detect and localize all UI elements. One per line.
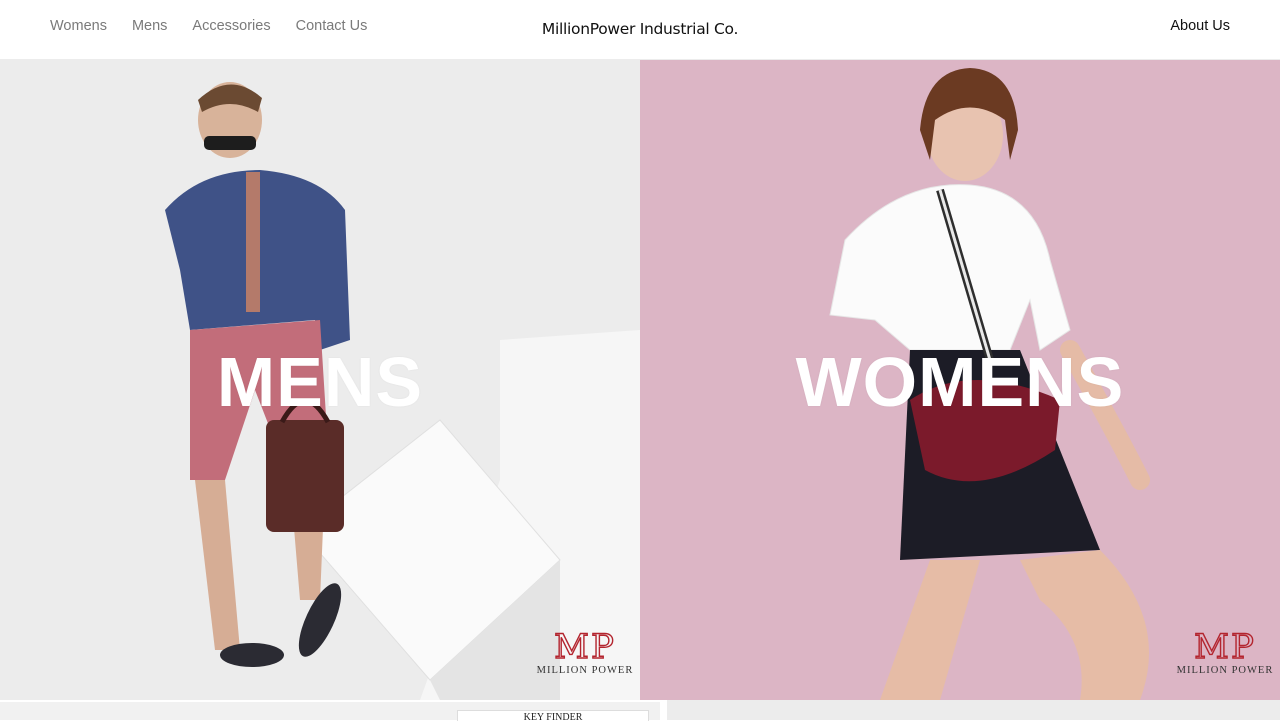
key-finder-label: KEY FINDER xyxy=(457,710,649,721)
mens-category-banner[interactable]: MENS MP MILLION POWER xyxy=(0,60,640,700)
logo-wordmark: MILLION POWER xyxy=(536,665,634,676)
womens-heading: WOMENS xyxy=(795,343,1125,421)
logo-wordmark: MILLION POWER xyxy=(1176,665,1274,676)
secondary-banner[interactable] xyxy=(667,700,1280,720)
million-power-logo: MP MILLION POWER xyxy=(1175,627,1275,676)
mens-heading: MENS xyxy=(216,343,424,421)
site-brand[interactable]: MillionPower Industrial Co. xyxy=(0,20,1280,38)
million-power-logo: MP MILLION POWER xyxy=(535,627,635,676)
womens-category-banner[interactable]: WOMENS MP MILLION POWER xyxy=(640,60,1280,700)
mp-logo-mark: MP xyxy=(553,627,616,667)
nav-about-us[interactable]: About Us xyxy=(1170,18,1230,34)
site-header: Womens Mens Accessories Contact Us Milli… xyxy=(0,0,1280,60)
mp-logo-mark: MP xyxy=(1193,627,1256,667)
next-section-preview: KEY FINDER xyxy=(0,700,1280,721)
